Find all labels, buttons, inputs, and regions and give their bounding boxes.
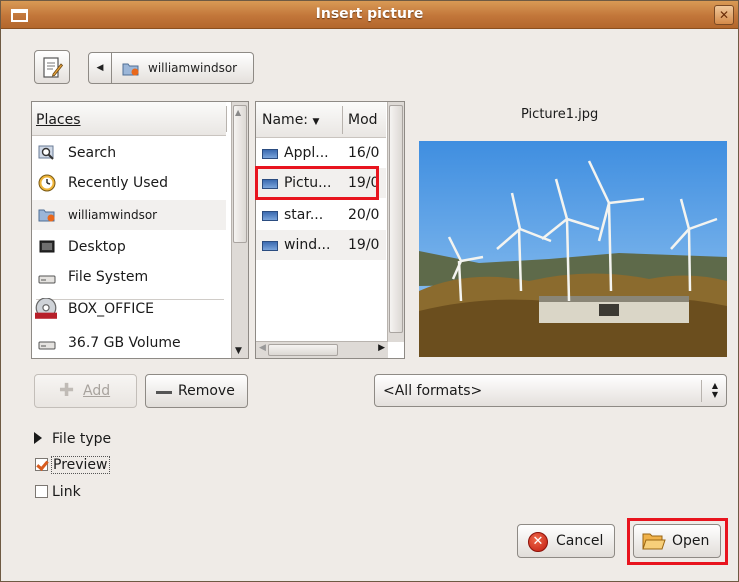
sidebar-item-label: Desktop (68, 239, 126, 255)
places-header-label: Places (36, 112, 81, 128)
path-back-button[interactable]: ◀ (88, 52, 112, 84)
chevron-left-icon: ◀ (96, 63, 104, 73)
file-type-label: File type (52, 431, 112, 447)
remove-icon (156, 391, 172, 394)
sidebar-item-recently-used[interactable]: Recently Used (32, 168, 226, 198)
file-row[interactable]: star... 20/0 (256, 200, 386, 230)
recently-used-icon (38, 174, 56, 192)
sidebar-item-volume[interactable]: 36.7 GB Volume (32, 328, 226, 358)
cancel-label: Cancel (556, 533, 604, 549)
path-button-home[interactable]: williamwindsor (112, 52, 254, 84)
sidebar-item-desktop[interactable]: Desktop (32, 232, 226, 262)
sidebar-item-label: File System (68, 269, 149, 285)
file-row[interactable]: wind... 19/0 (256, 230, 386, 260)
dvd-icon (35, 298, 57, 319)
close-button[interactable]: ✕ (714, 5, 734, 25)
file-name: star... (284, 207, 324, 223)
scroll-down-icon[interactable]: ▼ (235, 346, 242, 356)
file-name: Appl... (284, 145, 329, 161)
column-header-name[interactable]: Name: ▼ (262, 112, 319, 128)
path-label: williamwindsor (148, 61, 238, 75)
close-icon: ✕ (718, 8, 730, 22)
drive-icon (38, 275, 56, 284)
desktop-icon (39, 240, 55, 253)
file-list-horizontal-scrollbar[interactable]: ◀ ▶ (256, 341, 388, 358)
sidebar-item-search[interactable]: Search (32, 138, 226, 168)
file-format-select[interactable]: <All formats> ▲ ▼ (374, 374, 727, 407)
window-title: Insert picture (315, 6, 424, 22)
sidebar-item-williamwindsor[interactable]: williamwindsor (32, 200, 226, 230)
scroll-left-icon[interactable]: ◀ (259, 343, 266, 353)
sidebar-item-label: williamwindsor (68, 208, 158, 222)
link-label: Link (52, 484, 81, 500)
file-list-pane[interactable]: Name: ▼ Mod Appl... 16/0 Pictu... 19/0 s… (255, 101, 405, 359)
file-date: 19/0 (348, 237, 380, 253)
home-folder-icon (122, 63, 139, 76)
preview-filename: Picture1.jpg (521, 107, 599, 122)
sidebar-item-file-system[interactable]: File System (32, 262, 226, 292)
scroll-up-icon[interactable]: ▲ (235, 108, 241, 117)
type-filename-button[interactable] (34, 50, 70, 84)
title-bar[interactable]: Insert picture ✕ (1, 1, 738, 29)
sidebar-item-label: 36.7 GB Volume (68, 335, 181, 351)
selection-highlight-box (255, 166, 379, 200)
preview-label: Preview (51, 456, 110, 474)
updown-arrows-icon: ▲ ▼ (711, 381, 718, 399)
image-file-icon (262, 149, 278, 159)
search-icon (38, 145, 54, 160)
preview-checkbox[interactable]: Preview (35, 456, 110, 474)
sidebar-item-label: Recently Used (68, 175, 169, 191)
file-list-header: Name: ▼ Mod (256, 102, 386, 138)
format-selected-value: <All formats> (383, 383, 483, 399)
preview-image (419, 141, 727, 357)
add-icon: ✚ (59, 380, 75, 401)
places-scrollbar[interactable]: ▲ ▼ (231, 102, 248, 358)
edit-pencil-icon (43, 57, 63, 78)
sort-down-icon: ▼ (312, 117, 320, 127)
add-bookmark-button[interactable]: ✚ Add (34, 374, 137, 408)
select-separator (701, 380, 702, 402)
image-file-icon (262, 241, 278, 251)
image-file-icon (262, 211, 278, 221)
add-label: Add (83, 383, 111, 399)
file-row[interactable]: Appl... 16/0 (256, 138, 386, 168)
sidebar-item-label: Search (68, 145, 117, 161)
remove-bookmark-button[interactable]: Remove (145, 374, 248, 408)
places-pane[interactable]: Places Search Recently Used williamwinds… (31, 101, 249, 359)
column-header-modified[interactable]: Mod (348, 112, 378, 128)
cancel-icon: ✕ (528, 532, 548, 552)
checkbox-checked-icon[interactable] (35, 458, 48, 471)
scrollbar-thumb[interactable] (268, 344, 338, 356)
expander-arrow-icon (34, 432, 42, 444)
drive-icon (38, 341, 56, 350)
remove-label: Remove (178, 383, 235, 399)
file-type-expander[interactable]: File type (34, 431, 111, 447)
scrollbar-thumb[interactable] (233, 105, 247, 243)
file-name: wind... (284, 237, 331, 253)
home-folder-icon (38, 209, 55, 222)
scrollbar-thumb[interactable] (389, 105, 403, 333)
open-highlight-box (627, 518, 728, 565)
file-date: 20/0 (348, 207, 380, 223)
column-separator[interactable] (342, 106, 343, 134)
insert-picture-dialog: Insert picture ✕ ◀ williamwindsor Places… (0, 0, 739, 582)
checkbox-unchecked-icon[interactable] (35, 485, 48, 498)
places-column-header[interactable]: Places (32, 102, 227, 136)
sidebar-item-label: BOX_OFFICE (68, 301, 154, 317)
sidebar-item-box-office[interactable]: BOX_OFFICE (32, 294, 226, 324)
link-checkbox[interactable]: Link (35, 484, 81, 500)
file-list-vertical-scrollbar[interactable] (387, 102, 404, 342)
cancel-button[interactable]: ✕ Cancel (517, 524, 615, 558)
file-date: 16/0 (348, 145, 380, 161)
column-name-label: Name: (262, 112, 309, 128)
scroll-right-icon[interactable]: ▶ (378, 343, 385, 353)
